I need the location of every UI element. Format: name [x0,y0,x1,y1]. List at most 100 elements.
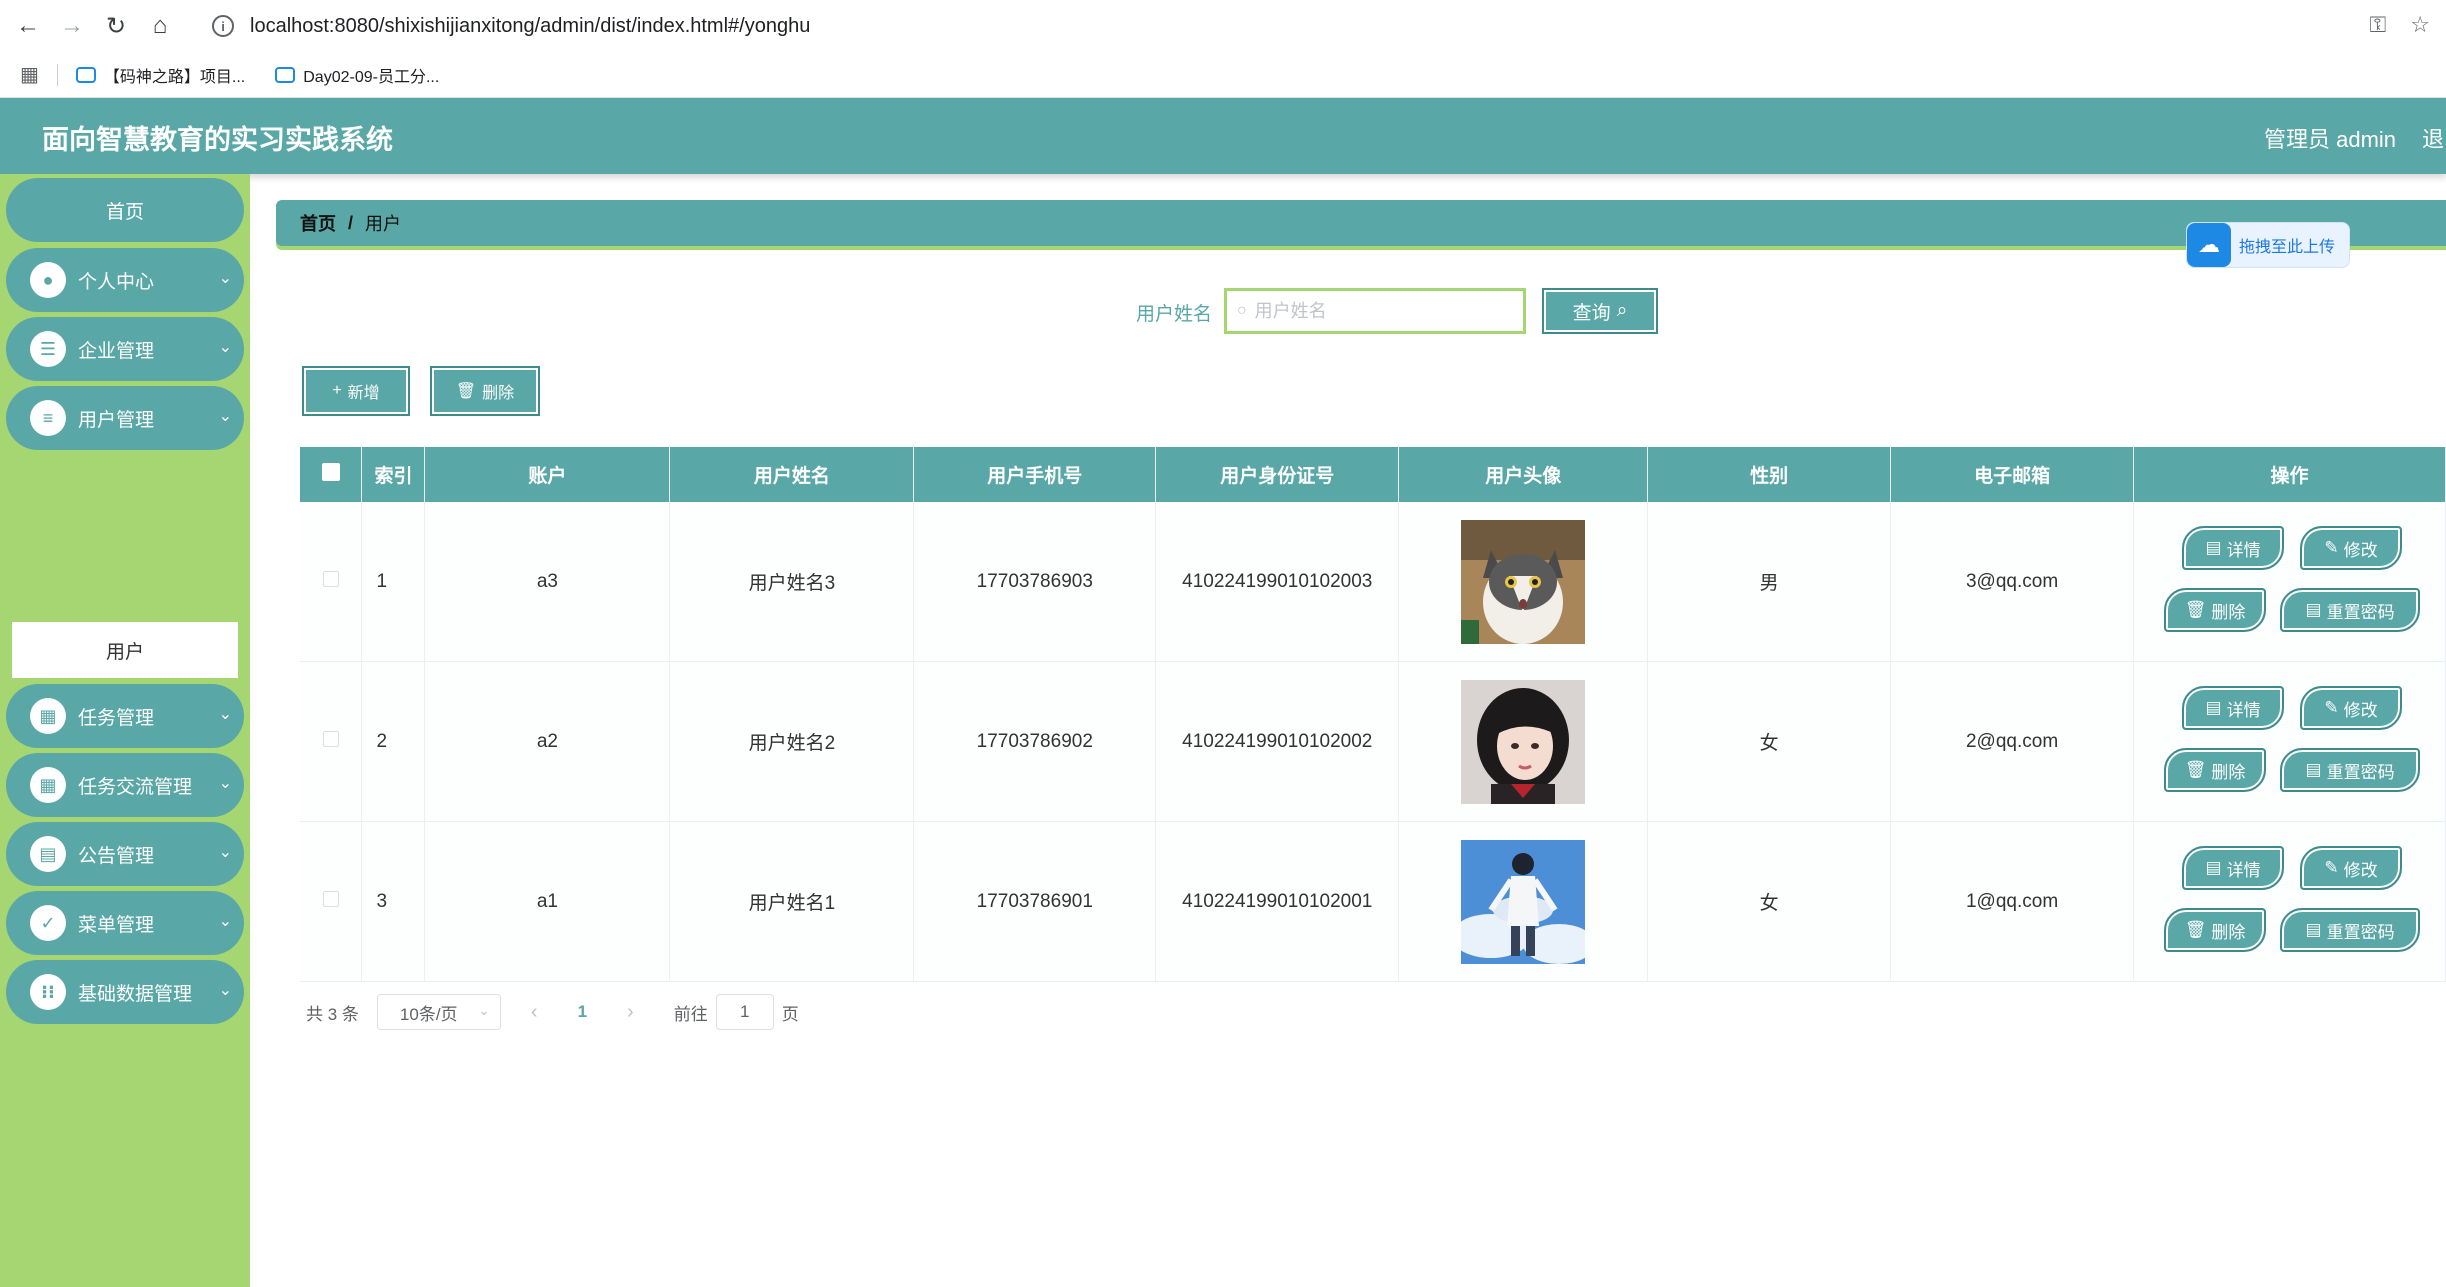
reload-icon[interactable]: ↻ [100,10,132,42]
sidebar-item-users[interactable]: ≡ 用户管理 ⌄ [6,386,244,450]
pagination: 共 3 条 10条/页 ⌄ ‹ 1 › 前往 1 页 [306,994,799,1030]
sidebar-item-tasks[interactable]: ▦ 任务管理 ⌄ [6,684,244,748]
operations-cell: ▤ 详情 ✎ 修改 🗑 删除 ▤ 重置密码 [2133,661,2446,822]
batch-delete-button[interactable]: 🗑 删除 [430,366,540,416]
select-all-cell[interactable] [300,447,363,502]
key-icon[interactable]: ⚿ [2370,12,2387,38]
search-field[interactable]: ○ [1224,288,1526,334]
detail-button[interactable]: ▤ 详情 [2182,686,2285,730]
sliders-icon: ☰ [30,331,66,367]
site-info-icon[interactable]: i [212,15,234,37]
pencil-icon: ✎ [2324,858,2339,877]
detail-button[interactable]: ▤ 详情 [2182,526,2285,570]
search-input[interactable] [1254,300,1505,322]
search-icon: ⌕ [1616,300,1628,321]
delete-button[interactable]: 🗑 删除 [2164,748,2267,792]
delete-button[interactable]: 🗑 删除 [2164,588,2267,632]
document-icon: ▤ [2205,538,2222,557]
sidebar-item-label: 基础数据管理 [78,983,193,1005]
sidebar-item-menus[interactable]: ✓ 菜单管理 ⌄ [6,891,244,955]
star-icon[interactable]: ☆ [2410,12,2430,38]
bookmark-item[interactable]: 【码神之路】项目... [75,63,245,87]
app-header: 面向智慧教育的实习实践系统 管理员 admin 退出登录 [0,98,2446,174]
sidebar-item-task-exchange[interactable]: ▦ 任务交流管理 ⌄ [6,753,244,817]
reset-password-button[interactable]: ▤ 重置密码 [2280,908,2421,952]
detail-button[interactable]: ▤ 详情 [2182,846,2285,890]
search-button[interactable]: 查询 ⌕ [1542,288,1658,334]
prev-page-icon[interactable]: ‹ [531,1001,538,1024]
gender-cell: 男 [1647,502,1892,662]
page-size-select[interactable]: 10条/页 ⌄ [376,994,501,1030]
goto-page-input[interactable]: 1 [715,994,774,1030]
grid-icon: ▦ [30,698,66,734]
row-select-cell[interactable] [300,661,363,822]
sidebar-subitem-user[interactable]: 用户 [12,622,238,678]
edit-button[interactable]: ✎ 修改 [2300,686,2403,730]
users-table: 索引 账户 用户姓名 用户手机号 用户身份证号 用户头像 性别 电子邮箱 操作 … [300,447,2446,982]
app-title: 面向智慧教育的实习实践系统 [42,125,393,155]
sidebar: 首页 ● 个人中心 ⌄ ☰ 企业管理 ⌄ ≡ 用户管理 ⌄ 用户 ▦ 任务管理 … [0,174,250,1287]
row-select-cell[interactable] [300,821,363,982]
breadcrumb-home[interactable]: 首页 [300,210,336,236]
sidebar-item-enterprise[interactable]: ☰ 企业管理 ⌄ [6,317,244,381]
back-icon[interactable]: ← [12,10,44,42]
next-page-icon[interactable]: › [627,1001,634,1024]
row-checkbox[interactable] [322,730,339,747]
sidebar-item-notices[interactable]: ▤ 公告管理 ⌄ [6,822,244,886]
account-cell: a2 [424,661,671,822]
forward-icon[interactable]: → [56,10,88,42]
avatar-boy-image [1461,839,1586,964]
sidebar-item-label: 用户管理 [78,409,155,431]
chevron-down-icon: ⌄ [218,706,232,723]
bilibili-icon [275,66,296,83]
edit-button[interactable]: ✎ 修改 [2300,846,2403,890]
gender-cell: 女 [1647,821,1892,982]
trash-icon: 🗑 [2184,600,2207,619]
sidebar-item-home[interactable]: 首页 [6,178,244,242]
bookmark-item[interactable]: Day02-09-员工分... [275,63,439,87]
goto-label: 前往 [673,1004,708,1024]
document-icon: ▤ [2305,920,2322,939]
home-icon[interactable]: ⌂ [144,10,176,42]
pencil-icon: ✎ [2324,698,2339,717]
select-all-checkbox[interactable] [321,462,340,481]
sidebar-item-label: 个人中心 [78,271,155,293]
apps-icon[interactable]: ▦ [20,62,39,87]
phone-cell: 17703786902 [913,661,1157,822]
address-bar[interactable]: i localhost:8080/shixishijianxitong/admi… [196,6,2396,46]
detail-label: 详情 [2226,540,2261,560]
id-card-cell: 410224199010102001 [1155,821,1400,982]
table-header-row: 索引 账户 用户姓名 用户手机号 用户身份证号 用户头像 性别 电子邮箱 操作 [300,447,2446,502]
row-select-cell[interactable] [300,502,363,662]
delete-label: 删除 [2211,922,2246,942]
upload-widget[interactable]: ☁ 拖拽至此上传 [2186,222,2350,268]
clipboard-icon: ✓ [30,905,66,941]
apps-icon: ⁝⁝ [30,974,66,1010]
add-button[interactable]: + 新增 [302,366,410,416]
operations-cell: ▤ 详情 ✎ 修改 🗑 删除 ▤ 重置密码 [2133,502,2446,662]
avatar-cell [1398,661,1649,822]
row-checkbox[interactable] [322,570,339,587]
total-count: 共 3 条 [306,1004,359,1024]
sidebar-item-profile[interactable]: ● 个人中心 ⌄ [6,248,244,312]
column-header: 索引 [361,447,426,502]
document-icon: ▤ [2305,760,2322,779]
sidebar-item-label: 首页 [105,201,144,223]
sidebar-item-label: 菜单管理 [78,914,155,936]
page-number-current[interactable]: 1 [578,1002,587,1022]
sidebar-item-base-data[interactable]: ⁝⁝ 基础数据管理 ⌄ [6,960,244,1024]
table-row: 1 a3 用户姓名3 17703786903 41022419901010200… [300,502,2446,662]
email-cell: 1@qq.com [1890,821,2135,982]
reset-password-button[interactable]: ▤ 重置密码 [2280,588,2421,632]
reset-password-label: 重置密码 [2326,602,2395,622]
reset-password-button[interactable]: ▤ 重置密码 [2280,748,2421,792]
edit-button[interactable]: ✎ 修改 [2300,526,2403,570]
upload-label: 拖拽至此上传 [2239,239,2336,256]
email-cell: 3@qq.com [1890,502,2135,662]
column-header: 账户 [424,447,671,502]
avatar-girl-image [1461,679,1586,804]
id-card-cell: 410224199010102002 [1155,661,1400,822]
logout-link[interactable]: 退出登录 [2422,122,2446,154]
delete-button[interactable]: 🗑 删除 [2164,908,2267,952]
row-checkbox[interactable] [322,890,339,907]
